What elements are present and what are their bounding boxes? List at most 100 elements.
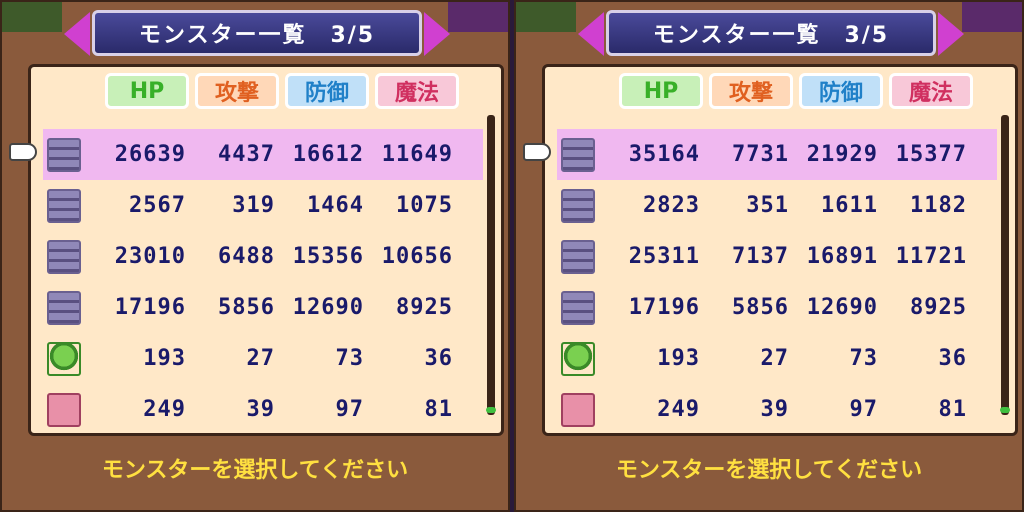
magic-value: 10656 xyxy=(381,244,453,269)
monster-row[interactable]: 17196 5856 12690 8925 xyxy=(557,282,997,333)
attack-value: 351 xyxy=(746,193,789,218)
prev-page-arrow-icon[interactable] xyxy=(64,12,90,56)
page-title: モンスター一覧 3/5 xyxy=(92,10,422,56)
attack-value: 5856 xyxy=(732,295,789,320)
magic-value: 15377 xyxy=(895,142,967,167)
attack-value: 39 xyxy=(760,397,789,422)
instruction-text: モンスターを選択してください xyxy=(101,458,409,483)
stat-headers: HP 攻撃 防御 魔法 xyxy=(105,73,459,109)
attack-value: 6488 xyxy=(218,244,275,269)
attack-value: 39 xyxy=(246,397,275,422)
plant-icon xyxy=(561,341,595,376)
title-bar: モンスター一覧 3/5 xyxy=(64,6,450,60)
golem-icon xyxy=(47,239,81,274)
monster-row[interactable]: 2567 319 1464 1075 xyxy=(43,180,483,231)
magic-value: 1075 xyxy=(396,193,453,218)
hp-value: 2823 xyxy=(643,193,700,218)
instruction-text: モンスターを選択してください xyxy=(615,458,923,483)
magic-value: 36 xyxy=(938,346,967,371)
scrollbar[interactable] xyxy=(486,115,496,415)
header-magic[interactable]: 魔法 xyxy=(375,73,459,109)
scenery-corner xyxy=(516,2,576,32)
block-icon xyxy=(47,392,81,427)
block-icon xyxy=(561,392,595,427)
page-title: モンスター一覧 3/5 xyxy=(606,10,936,56)
header-attack[interactable]: 攻撃 xyxy=(709,73,793,109)
hp-value: 17196 xyxy=(628,295,700,320)
title-bar: モンスター一覧 3/5 xyxy=(578,6,964,60)
hp-value: 35164 xyxy=(628,142,700,167)
golem-icon xyxy=(561,239,595,274)
scenery-corner xyxy=(962,2,1022,32)
plant-icon xyxy=(47,341,81,376)
header-hp[interactable]: HP xyxy=(105,73,189,109)
hp-value: 193 xyxy=(657,346,700,371)
scenery-corner xyxy=(448,2,508,32)
attack-value: 319 xyxy=(232,193,275,218)
hp-value: 26639 xyxy=(114,142,186,167)
monster-row[interactable]: 26639 4437 16612 11649 xyxy=(9,129,483,180)
stat-headers: HP 攻撃 防御 魔法 xyxy=(619,73,973,109)
next-page-arrow-icon[interactable] xyxy=(938,12,964,56)
attack-value: 5856 xyxy=(218,295,275,320)
defense-value: 15356 xyxy=(292,244,364,269)
golem-icon xyxy=(47,188,81,223)
magic-value: 36 xyxy=(424,346,453,371)
header-attack[interactable]: 攻撃 xyxy=(195,73,279,109)
defense-value: 16612 xyxy=(292,142,364,167)
defense-value: 12690 xyxy=(806,295,878,320)
defense-value: 97 xyxy=(849,397,878,422)
magic-value: 81 xyxy=(938,397,967,422)
hp-value: 2567 xyxy=(129,193,186,218)
golem-icon xyxy=(561,188,595,223)
defense-value: 1464 xyxy=(307,193,364,218)
monster-row[interactable]: 193 27 73 36 xyxy=(43,333,483,384)
magic-value: 11721 xyxy=(895,244,967,269)
magic-value: 8925 xyxy=(910,295,967,320)
monster-row[interactable]: 25311 7137 16891 11721 xyxy=(557,231,997,282)
header-hp[interactable]: HP xyxy=(619,73,703,109)
hp-value: 249 xyxy=(143,397,186,422)
golem-icon xyxy=(47,137,81,172)
game-screen: モンスター一覧 3/5 HP 攻撃 防御 魔法 26639 4437 16612 xyxy=(0,0,1024,512)
golem-icon xyxy=(561,290,595,325)
monster-rows: 26639 4437 16612 11649 2567 319 1464 107… xyxy=(9,129,483,435)
header-defense[interactable]: 防御 xyxy=(285,73,369,109)
hp-value: 17196 xyxy=(114,295,186,320)
pointing-hand-cursor-icon xyxy=(9,143,37,161)
scrollbar-thumb[interactable] xyxy=(486,407,496,413)
defense-value: 16891 xyxy=(806,244,878,269)
header-defense[interactable]: 防御 xyxy=(799,73,883,109)
defense-value: 1611 xyxy=(821,193,878,218)
defense-value: 97 xyxy=(335,397,364,422)
header-magic[interactable]: 魔法 xyxy=(889,73,973,109)
attack-value: 27 xyxy=(246,346,275,371)
prev-page-arrow-icon[interactable] xyxy=(578,12,604,56)
monster-row[interactable]: 193 27 73 36 xyxy=(557,333,997,384)
monster-row[interactable]: 35164 7731 21929 15377 xyxy=(523,129,997,180)
monster-table: HP 攻撃 防御 魔法 26639 4437 16612 11649 2567 … xyxy=(9,64,504,436)
monster-row[interactable]: 17196 5856 12690 8925 xyxy=(43,282,483,333)
pointing-hand-cursor-icon xyxy=(523,143,551,161)
attack-value: 7137 xyxy=(732,244,789,269)
scrollbar[interactable] xyxy=(1000,115,1010,415)
monster-table: HP 攻撃 防御 魔法 35164 7731 21929 15377 2823 … xyxy=(523,64,1018,436)
magic-value: 1182 xyxy=(910,193,967,218)
golem-icon xyxy=(47,290,81,325)
scrollbar-thumb[interactable] xyxy=(1000,407,1010,413)
attack-value: 27 xyxy=(760,346,789,371)
monster-row[interactable]: 249 39 97 81 xyxy=(43,384,483,435)
monster-row[interactable]: 2823 351 1611 1182 xyxy=(557,180,997,231)
monster-row[interactable]: 249 39 97 81 xyxy=(557,384,997,435)
hp-value: 193 xyxy=(143,346,186,371)
monster-list-panel-left: モンスター一覧 3/5 HP 攻撃 防御 魔法 26639 4437 16612 xyxy=(0,0,510,512)
defense-value: 73 xyxy=(849,346,878,371)
next-page-arrow-icon[interactable] xyxy=(424,12,450,56)
monster-row[interactable]: 23010 6488 15356 10656 xyxy=(43,231,483,282)
hp-value: 249 xyxy=(657,397,700,422)
attack-value: 4437 xyxy=(218,142,275,167)
scenery-corner xyxy=(2,2,62,32)
defense-value: 12690 xyxy=(292,295,364,320)
hp-value: 23010 xyxy=(114,244,186,269)
attack-value: 7731 xyxy=(732,142,789,167)
